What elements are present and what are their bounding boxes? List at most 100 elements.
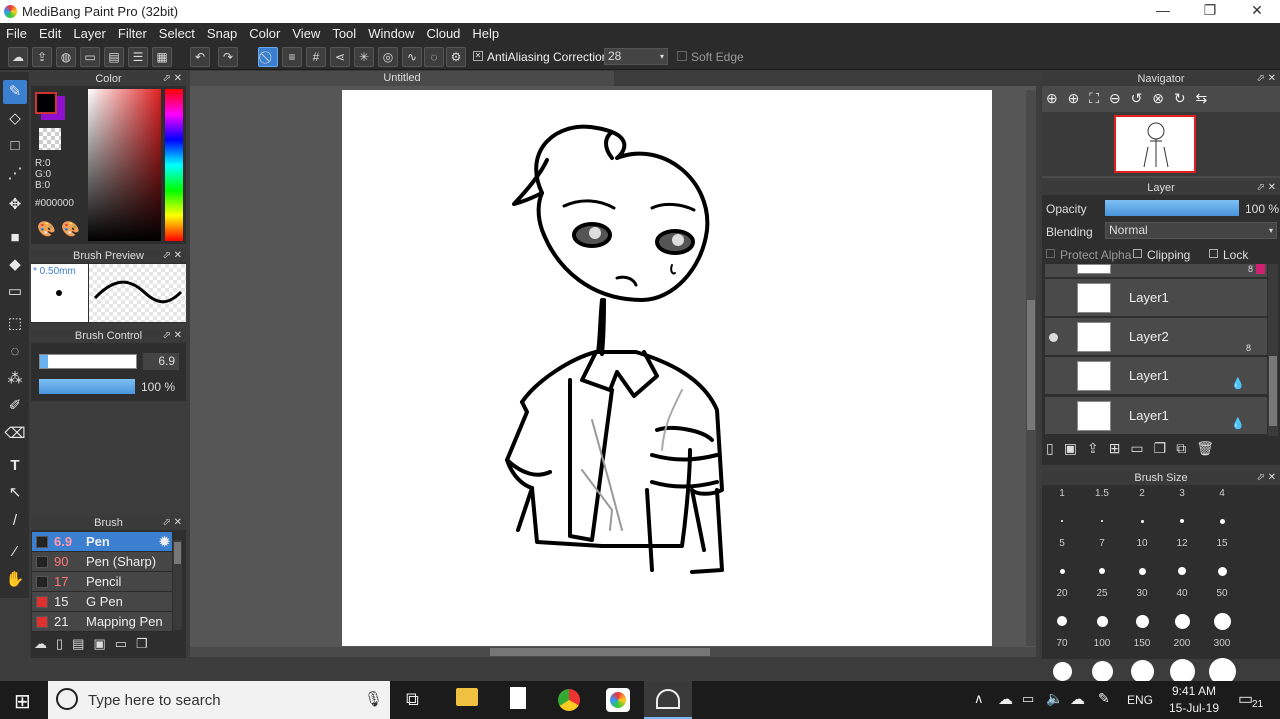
- brush-list-scrollbar[interactable]: [173, 540, 182, 630]
- brush-cloud-icon[interactable]: ☁: [34, 636, 56, 651]
- brush-size-dot[interactable]: [1178, 567, 1186, 575]
- panel-close-icon[interactable]: ⬀ ✕: [162, 72, 182, 86]
- brush-add-icon[interactable]: ▤: [72, 636, 93, 651]
- correction-select[interactable]: 28 ▾: [604, 48, 668, 65]
- hand-tool-icon[interactable]: ✋: [3, 568, 27, 592]
- divide-tool-icon[interactable]: /: [3, 509, 27, 533]
- navigator-thumbnail[interactable]: [1114, 115, 1196, 173]
- brush-size-dot[interactable]: [1140, 519, 1144, 523]
- active-app-button[interactable]: [644, 681, 692, 719]
- menu-snap[interactable]: Snap: [207, 26, 237, 41]
- redo-icon[interactable]: ↷: [218, 47, 238, 67]
- brush-duplicate-icon[interactable]: ❐: [136, 636, 157, 651]
- network-icon[interactable]: ▭: [1022, 691, 1034, 707]
- radial-snap-icon[interactable]: ✳: [354, 47, 374, 67]
- close-button[interactable]: ✕: [1237, 2, 1277, 22]
- gradient-tool-icon[interactable]: ▭: [3, 280, 27, 304]
- grid-snap-icon[interactable]: #: [306, 47, 326, 67]
- canvas-horizontal-scrollbar[interactable]: [190, 647, 1036, 657]
- brush-item-pen[interactable]: 6.9 Pen ✹: [32, 532, 172, 552]
- operation-tool-icon[interactable]: ↖: [3, 481, 27, 505]
- new-8bit-layer-icon[interactable]: ▣: [1064, 440, 1087, 456]
- menu-help[interactable]: Help: [472, 26, 499, 41]
- layer-opacity-slider[interactable]: [1105, 200, 1239, 216]
- panel-close-icon[interactable]: ⬀ ✕: [1256, 181, 1276, 195]
- brush-size-dot[interactable]: [1135, 614, 1149, 628]
- clock-time[interactable]: 9:41 AM: [1168, 684, 1220, 698]
- dot-tool-icon[interactable]: ⋰: [3, 162, 27, 186]
- brush-size-dot[interactable]: [1099, 568, 1105, 574]
- curve-snap-icon[interactable]: ∿: [402, 47, 422, 67]
- zoom-out-icon[interactable]: ⊖: [1109, 90, 1121, 106]
- brush-folder-icon[interactable]: ▭: [115, 636, 136, 651]
- panel-close-icon[interactable]: ⬀ ✕: [162, 249, 182, 263]
- layer-scrollbar[interactable]: [1268, 264, 1278, 436]
- menu-filter[interactable]: Filter: [118, 26, 147, 41]
- brush-size-dot[interactable]: [1219, 518, 1225, 524]
- undo-icon[interactable]: ↶: [190, 47, 210, 67]
- document-tab[interactable]: Untitled: [190, 71, 614, 86]
- brush-opacity-slider[interactable]: [39, 379, 135, 394]
- brush-size-dot[interactable]: [1169, 658, 1195, 684]
- brush-copy-icon[interactable]: ▣: [93, 636, 114, 651]
- brush-item-pencil[interactable]: 17 Pencil: [32, 572, 172, 592]
- windows-start-icon[interactable]: ⊞: [14, 689, 31, 714]
- brush-size-dot[interactable]: [1174, 613, 1190, 629]
- brush-item-g-pen[interactable]: 15 G Pen: [32, 592, 172, 612]
- upload-tray-icon[interactable]: ☁: [1070, 690, 1085, 708]
- brush-size-dot[interactable]: [1091, 660, 1113, 682]
- grid-icon[interactable]: ▦: [152, 47, 172, 67]
- cloud-icon[interactable]: ☁: [8, 47, 28, 67]
- brush-size-dot[interactable]: [1057, 616, 1067, 626]
- panel-close-icon[interactable]: ⬀ ✕: [162, 329, 182, 343]
- duplicate-layer-icon[interactable]: ❐: [1154, 440, 1177, 456]
- volume-icon[interactable]: 🔈: [1046, 690, 1063, 707]
- microphone-icon[interactable]: 🎙: [364, 690, 383, 708]
- maximize-button[interactable]: ❐: [1190, 2, 1230, 22]
- transparent-color-swatch[interactable]: [39, 128, 61, 150]
- brush-size-dot[interactable]: [1096, 615, 1108, 627]
- folder-icon[interactable]: ▭: [1130, 440, 1153, 456]
- circle-snap-icon[interactable]: ◎: [378, 47, 398, 67]
- antialias-checkbox[interactable]: ✕: [473, 51, 483, 61]
- drawing-canvas[interactable]: [342, 90, 992, 646]
- select-eraser-icon[interactable]: ⌫: [3, 422, 27, 446]
- brush-size-dot[interactable]: [1217, 566, 1227, 576]
- layer-visibility-icon[interactable]: [1049, 333, 1058, 342]
- page-icon[interactable]: ▤: [104, 47, 124, 67]
- rectangle-tool-icon[interactable]: □: [3, 134, 27, 158]
- perspective-snap-icon[interactable]: ⋖: [330, 47, 350, 67]
- panel-close-icon[interactable]: ⬀ ✕: [1256, 471, 1276, 485]
- brush-new-icon[interactable]: ▯: [56, 636, 72, 651]
- chat-icon[interactable]: ▭: [80, 47, 100, 67]
- brush-size-value[interactable]: 6.9: [143, 353, 179, 370]
- zoom-in-icon[interactable]: ⊕: [1046, 90, 1058, 106]
- list-icon[interactable]: ☰: [128, 47, 148, 67]
- foreground-color-swatch[interactable]: [35, 92, 57, 114]
- fill-rect-tool-icon[interactable]: ■: [3, 226, 27, 250]
- file-explorer-icon[interactable]: [456, 688, 478, 706]
- taskbar-search-box[interactable]: Type here to search 🎙: [48, 681, 390, 719]
- softedge-checkbox[interactable]: [677, 51, 687, 61]
- move-tool-icon[interactable]: ✥: [3, 193, 27, 217]
- show-hidden-icons[interactable]: ∧: [974, 691, 984, 707]
- comment-icon[interactable]: ◍: [56, 47, 76, 67]
- protect-alpha-checkbox[interactable]: [1046, 249, 1055, 258]
- rotate-right-icon[interactable]: ↻: [1174, 90, 1186, 106]
- flip-icon[interactable]: ⇆: [1195, 90, 1207, 106]
- saturation-value-picker[interactable]: [88, 89, 161, 241]
- menu-tool[interactable]: Tool: [332, 26, 356, 41]
- clock-date[interactable]: 15-Jul-19: [1166, 701, 1222, 715]
- parallel-snap-icon[interactable]: ≡: [282, 47, 302, 67]
- eraser-tool-icon[interactable]: ◇: [3, 107, 27, 131]
- brush-size-dot[interactable]: [1052, 661, 1072, 681]
- layer-row[interactable]: Layer1 💧: [1045, 397, 1267, 435]
- brush-size-dot[interactable]: [1101, 520, 1103, 522]
- palette-icon[interactable]: 🎨: [37, 220, 56, 238]
- palette-add-icon[interactable]: 🎨: [61, 220, 80, 238]
- document-app-icon[interactable]: [510, 687, 526, 709]
- merge-layer-icon[interactable]: ⧉: [1176, 440, 1196, 456]
- reset-rotation-icon[interactable]: ⊗: [1152, 90, 1164, 106]
- menu-select[interactable]: Select: [159, 26, 195, 41]
- brush-size-slider[interactable]: [39, 354, 137, 369]
